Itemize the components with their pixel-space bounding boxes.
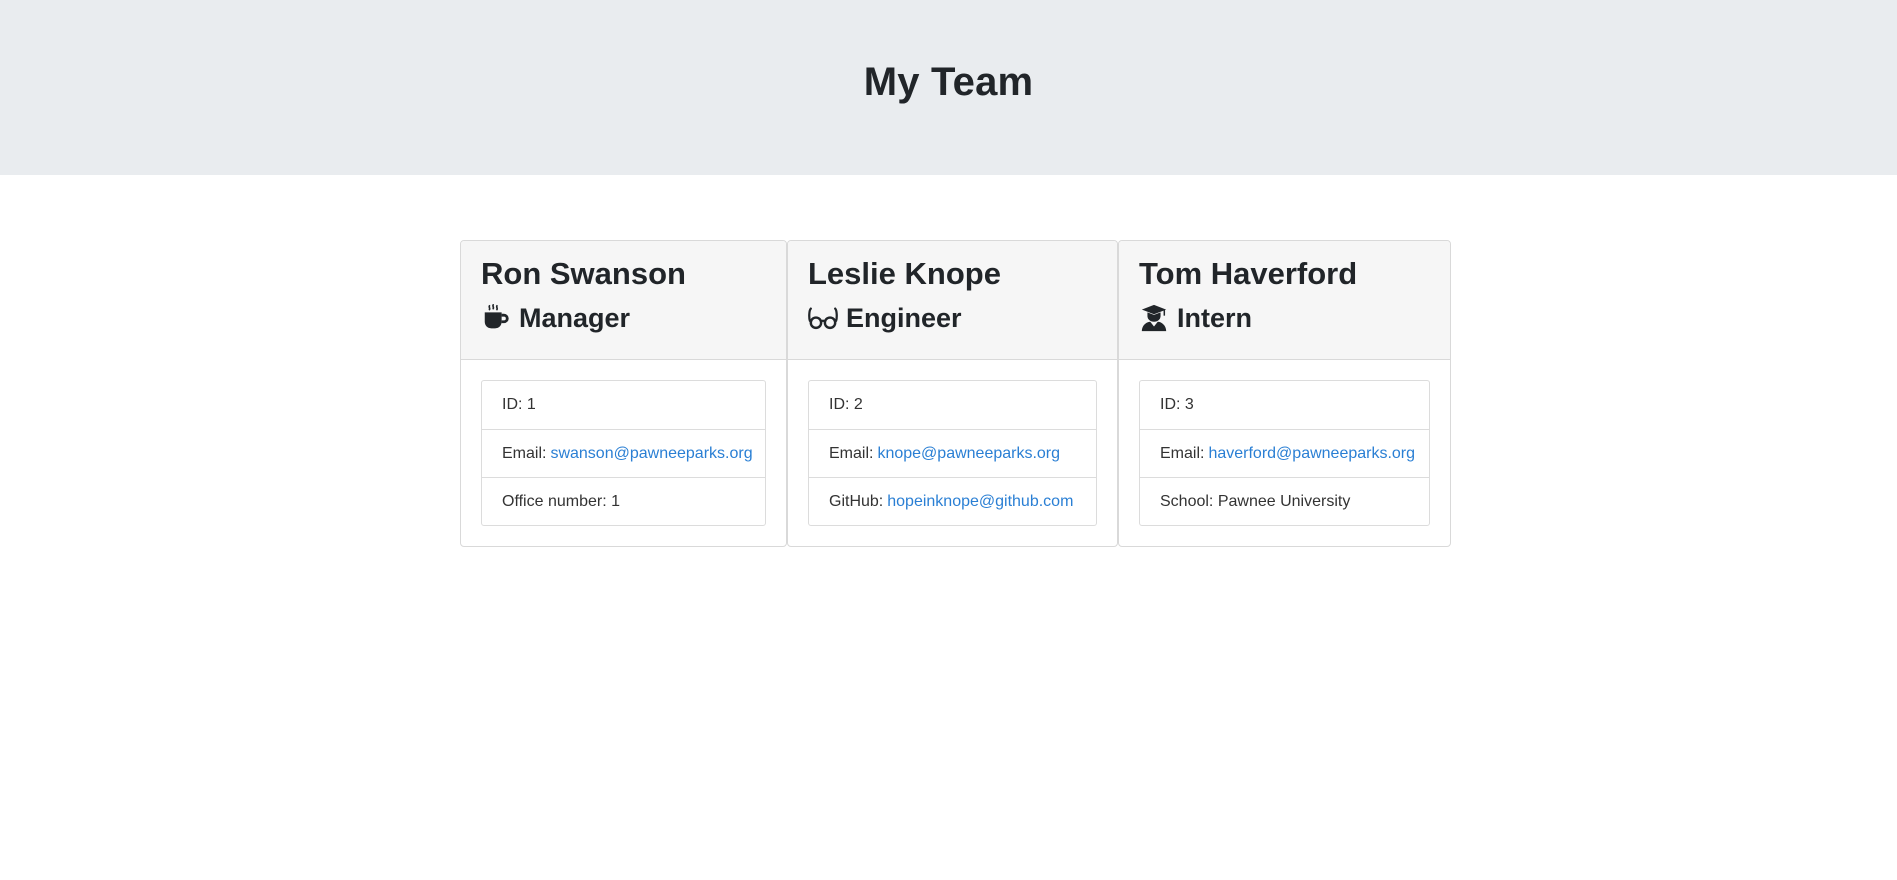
page-title: My Team [863, 60, 1034, 104]
employee-role: Manager [481, 301, 766, 335]
glasses-icon [808, 303, 838, 333]
employee-name: Leslie Knope [808, 256, 1001, 291]
employee-details: ID: 1 Email: swanson@pawneeparks.org Off… [481, 380, 766, 526]
school-text: School: Pawnee University [1160, 492, 1351, 510]
employee-role: Engineer [808, 301, 1097, 335]
employee-card-manager: Ron Swanson Manager ID: 1 Email: swanson… [460, 240, 787, 547]
employee-details: ID: 2 Email: knope@pawneeparks.org GitHu… [808, 380, 1097, 526]
card-header: Leslie Knope Engineer [788, 241, 1117, 360]
employee-email: Email: knope@pawneeparks.org [809, 429, 1096, 477]
email-label: Email: [502, 444, 547, 462]
employee-id: ID: 3 [1140, 381, 1429, 429]
card-header: Tom Haverford Intern [1119, 241, 1450, 360]
coffee-icon [481, 303, 511, 333]
team-cards: Ron Swanson Manager ID: 1 Email: swanson… [460, 240, 1451, 547]
page-header: My Team [0, 0, 1897, 175]
employee-role-label: Engineer [846, 303, 962, 333]
employee-role-label: Manager [519, 303, 631, 333]
card-body: ID: 3 Email: haverford@pawneeparks.org S… [1119, 360, 1450, 546]
employee-email: Email: swanson@pawneeparks.org [482, 429, 765, 477]
employee-name: Ron Swanson [481, 256, 686, 291]
employee-id: ID: 1 [482, 381, 765, 429]
email-link[interactable]: knope@pawneeparks.org [877, 445, 1060, 463]
email-link[interactable]: swanson@pawneeparks.org [550, 445, 752, 463]
card-header: Ron Swanson Manager [461, 241, 786, 360]
card-body: ID: 2 Email: knope@pawneeparks.org GitHu… [788, 360, 1117, 546]
employee-id-text: ID: 3 [1160, 396, 1194, 413]
employee-id: ID: 2 [809, 381, 1096, 429]
github: GitHub: hopeinknope@github.com [809, 477, 1096, 525]
employee-id-text: ID: 2 [829, 396, 863, 413]
office-number: Office number: 1 [482, 477, 765, 525]
employee-email: Email: haverford@pawneeparks.org [1140, 429, 1429, 477]
github-label: GitHub: [829, 492, 884, 510]
employee-card-intern: Tom Haverford Intern ID: 3 Email: haverf… [1118, 240, 1451, 547]
school: School: Pawnee University [1140, 477, 1429, 525]
employee-name: Tom Haverford [1139, 256, 1358, 291]
graduate-icon [1139, 303, 1169, 333]
email-link[interactable]: haverford@pawneeparks.org [1208, 445, 1415, 463]
employee-role: Intern [1139, 301, 1430, 335]
card-body: ID: 1 Email: swanson@pawneeparks.org Off… [461, 360, 786, 546]
employee-details: ID: 3 Email: haverford@pawneeparks.org S… [1139, 380, 1430, 526]
email-label: Email: [829, 444, 874, 462]
office-number-text: Office number: 1 [502, 492, 620, 510]
employee-id-text: ID: 1 [502, 396, 536, 413]
github-link[interactable]: hopeinknope@github.com [887, 493, 1073, 511]
employee-card-engineer: Leslie Knope Engineer ID: 2 Email: knope… [787, 240, 1118, 547]
email-label: Email: [1160, 444, 1205, 462]
employee-role-label: Intern [1177, 303, 1253, 333]
